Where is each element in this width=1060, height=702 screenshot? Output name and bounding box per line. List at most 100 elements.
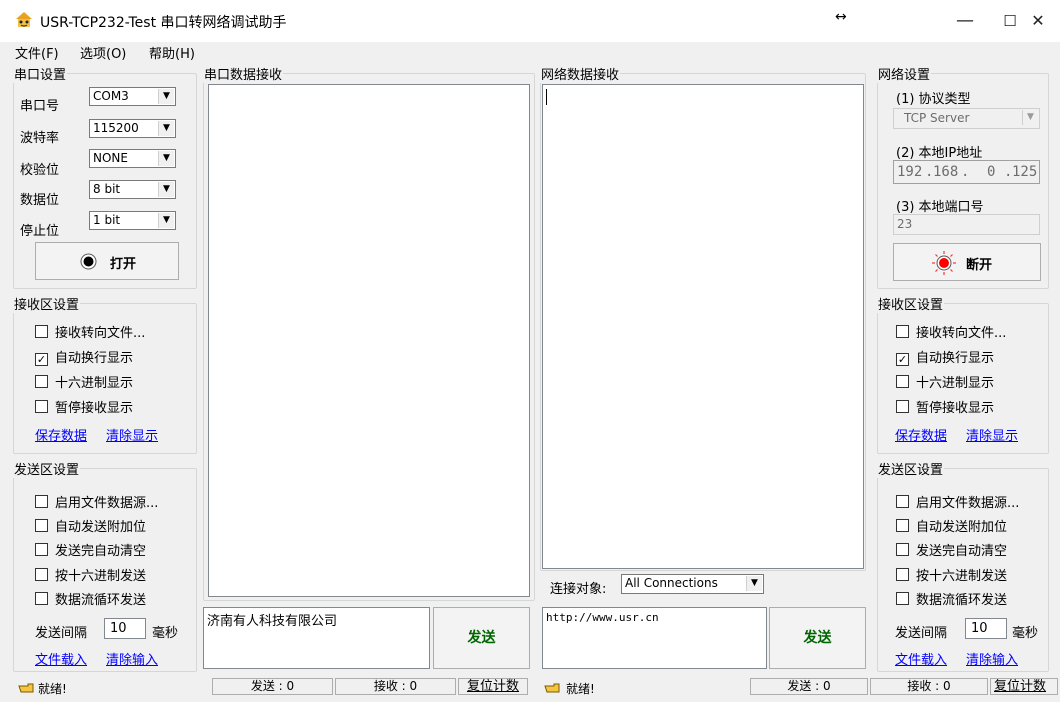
- left-clear-input-link[interactable]: 清除输入: [106, 649, 158, 668]
- left-recv-to-file-checkbox[interactable]: 接收转向文件...: [35, 322, 145, 341]
- right-sent-count: 发送 : 0: [750, 678, 868, 695]
- menu-options[interactable]: 选项(O): [80, 43, 126, 62]
- left-auto-clear-checkbox[interactable]: 发送完自动清空: [35, 540, 146, 559]
- hand-pointer-icon: [544, 683, 560, 693]
- port-select[interactable]: COM3 ▼: [89, 87, 176, 106]
- data-bits-select[interactable]: 8 bit ▼: [89, 180, 176, 199]
- left-file-source-checkbox[interactable]: 启用文件数据源...: [35, 492, 158, 511]
- local-port-value: 23: [897, 217, 913, 231]
- right-file-source-checkbox[interactable]: 启用文件数据源...: [896, 492, 1019, 511]
- net-send-textarea[interactable]: http://www.usr.cn: [542, 607, 767, 669]
- checkbox-label: 启用文件数据源...: [55, 496, 159, 511]
- serial-send-textarea[interactable]: 济南有人科技有限公司: [203, 607, 430, 669]
- checkbox-box: [896, 400, 909, 413]
- menu-file[interactable]: 文件(F): [15, 43, 59, 62]
- protocol-value: TCP Server: [904, 111, 970, 125]
- right-clear-input-link[interactable]: 清除输入: [966, 649, 1018, 668]
- net-recv-textarea[interactable]: [542, 84, 864, 569]
- serial-recv-textarea[interactable]: [208, 84, 530, 597]
- ip-address-input[interactable]: 192 . 168 . 0 . 125: [893, 160, 1040, 184]
- connection-target-value: All Connections: [625, 576, 718, 590]
- interval-value: 10: [971, 621, 988, 636]
- checkbox-label: 接收转向文件...: [55, 326, 146, 341]
- disconnect-label: 断开: [966, 258, 993, 273]
- right-clear-display-link[interactable]: 清除显示: [966, 425, 1018, 444]
- left-loop-send-checkbox[interactable]: 数据流循环发送: [35, 589, 146, 608]
- checkbox-label: 发送完自动清空: [55, 544, 147, 559]
- disconnect-button[interactable]: 断开: [893, 243, 1041, 281]
- right-file-load-link[interactable]: 文件载入: [895, 649, 947, 668]
- parity-label: 校验位: [20, 163, 60, 178]
- right-recv-to-file-checkbox[interactable]: 接收转向文件...: [896, 322, 1006, 341]
- checkbox-box: [896, 495, 909, 508]
- menu-help[interactable]: 帮助(H): [149, 43, 195, 62]
- interval-value: 10: [110, 621, 127, 636]
- right-pause-recv-checkbox[interactable]: 暂停接收显示: [896, 397, 994, 416]
- checkbox-label: 数据流循环发送: [916, 593, 1008, 608]
- baud-select[interactable]: 115200 ▼: [89, 119, 176, 138]
- connection-target-select[interactable]: All Connections ▼: [621, 574, 764, 594]
- text-cursor: [546, 89, 547, 105]
- right-auto-clear-checkbox[interactable]: 发送完自动清空: [896, 540, 1007, 559]
- checkbox-box: [35, 495, 48, 508]
- left-save-data-link[interactable]: 保存数据: [35, 425, 87, 444]
- parity-select[interactable]: NONE ▼: [89, 149, 176, 168]
- protocol-select[interactable]: TCP Server ▼: [893, 108, 1040, 129]
- serial-send-button[interactable]: 发送: [433, 607, 530, 669]
- stop-bits-label: 停止位: [20, 224, 60, 239]
- left-send-legend: 发送区设置: [14, 463, 80, 478]
- right-reset-count-button[interactable]: 复位计数: [990, 678, 1058, 695]
- minimize-button[interactable]: —: [945, 8, 985, 34]
- serial-recv-legend: 串口数据接收: [204, 68, 283, 83]
- checkbox-label: 十六进制显示: [916, 376, 995, 391]
- checkbox-label: 十六进制显示: [55, 376, 134, 391]
- left-append-bits-checkbox[interactable]: 自动发送附加位: [35, 516, 146, 535]
- checkbox-box: [35, 543, 48, 556]
- right-hex-display-checkbox[interactable]: 十六进制显示: [896, 372, 994, 391]
- right-auto-wrap-checkbox[interactable]: ✓ 自动换行显示: [896, 347, 994, 366]
- right-recv-count: 接收 : 0: [870, 678, 988, 695]
- left-pause-recv-checkbox[interactable]: 暂停接收显示: [35, 397, 133, 416]
- stop-bits-value: 1 bit: [93, 213, 121, 227]
- net-send-button[interactable]: 发送: [769, 607, 866, 669]
- right-recv-legend: 接收区设置: [878, 298, 944, 313]
- right-loop-send-checkbox[interactable]: 数据流循环发送: [896, 589, 1007, 608]
- checkbox-label: 按十六进制发送: [916, 569, 1008, 584]
- data-bits-value: 8 bit: [93, 182, 121, 196]
- left-file-load-link[interactable]: 文件载入: [35, 649, 87, 668]
- baud-label: 波特率: [20, 131, 60, 146]
- checkbox-box: [896, 568, 909, 581]
- checkbox-label: 数据流循环发送: [55, 593, 147, 608]
- right-save-data-link[interactable]: 保存数据: [895, 425, 947, 444]
- left-hex-display-checkbox[interactable]: 十六进制显示: [35, 372, 133, 391]
- left-clear-display-link[interactable]: 清除显示: [106, 425, 158, 444]
- left-auto-wrap-checkbox[interactable]: ✓ 自动换行显示: [35, 347, 133, 366]
- ip-octet-4: 125: [1012, 164, 1038, 180]
- baud-value: 115200: [93, 121, 139, 135]
- resize-icon: ↔: [835, 9, 847, 25]
- checkmark-icon: ✓: [35, 353, 48, 366]
- dropdown-arrow-icon: ▼: [746, 576, 762, 591]
- checkbox-label: 暂停接收显示: [916, 401, 995, 416]
- checkbox-label: 自动发送附加位: [916, 520, 1008, 535]
- close-button[interactable]: ✕: [1018, 8, 1058, 34]
- checkbox-box: [896, 519, 909, 532]
- stop-bits-select[interactable]: 1 bit ▼: [89, 211, 176, 230]
- port-value: COM3: [93, 89, 129, 103]
- right-interval-label: 发送间隔: [895, 626, 948, 641]
- local-port-label: (3) 本地端口号: [896, 200, 984, 215]
- checkbox-box: [896, 375, 909, 388]
- right-hex-send-checkbox[interactable]: 按十六进制发送: [896, 565, 1007, 584]
- local-port-input[interactable]: 23: [893, 214, 1040, 235]
- dropdown-arrow-icon: ▼: [158, 182, 174, 197]
- open-port-button[interactable]: 打开: [35, 242, 179, 280]
- ip-label: (2) 本地IP地址: [896, 146, 983, 161]
- checkbox-label: 自动发送附加位: [55, 520, 147, 535]
- right-append-bits-checkbox[interactable]: 自动发送附加位: [896, 516, 1007, 535]
- title-bar: USR-TCP232-Test 串口转网络调试助手 ↔ — ☐ ✕: [0, 0, 1060, 42]
- right-interval-input[interactable]: 10: [965, 618, 1007, 639]
- left-reset-count-button[interactable]: 复位计数: [458, 678, 528, 695]
- left-interval-input[interactable]: 10: [104, 618, 146, 639]
- left-hex-send-checkbox[interactable]: 按十六进制发送: [35, 565, 146, 584]
- port-label: 串口号: [20, 99, 60, 114]
